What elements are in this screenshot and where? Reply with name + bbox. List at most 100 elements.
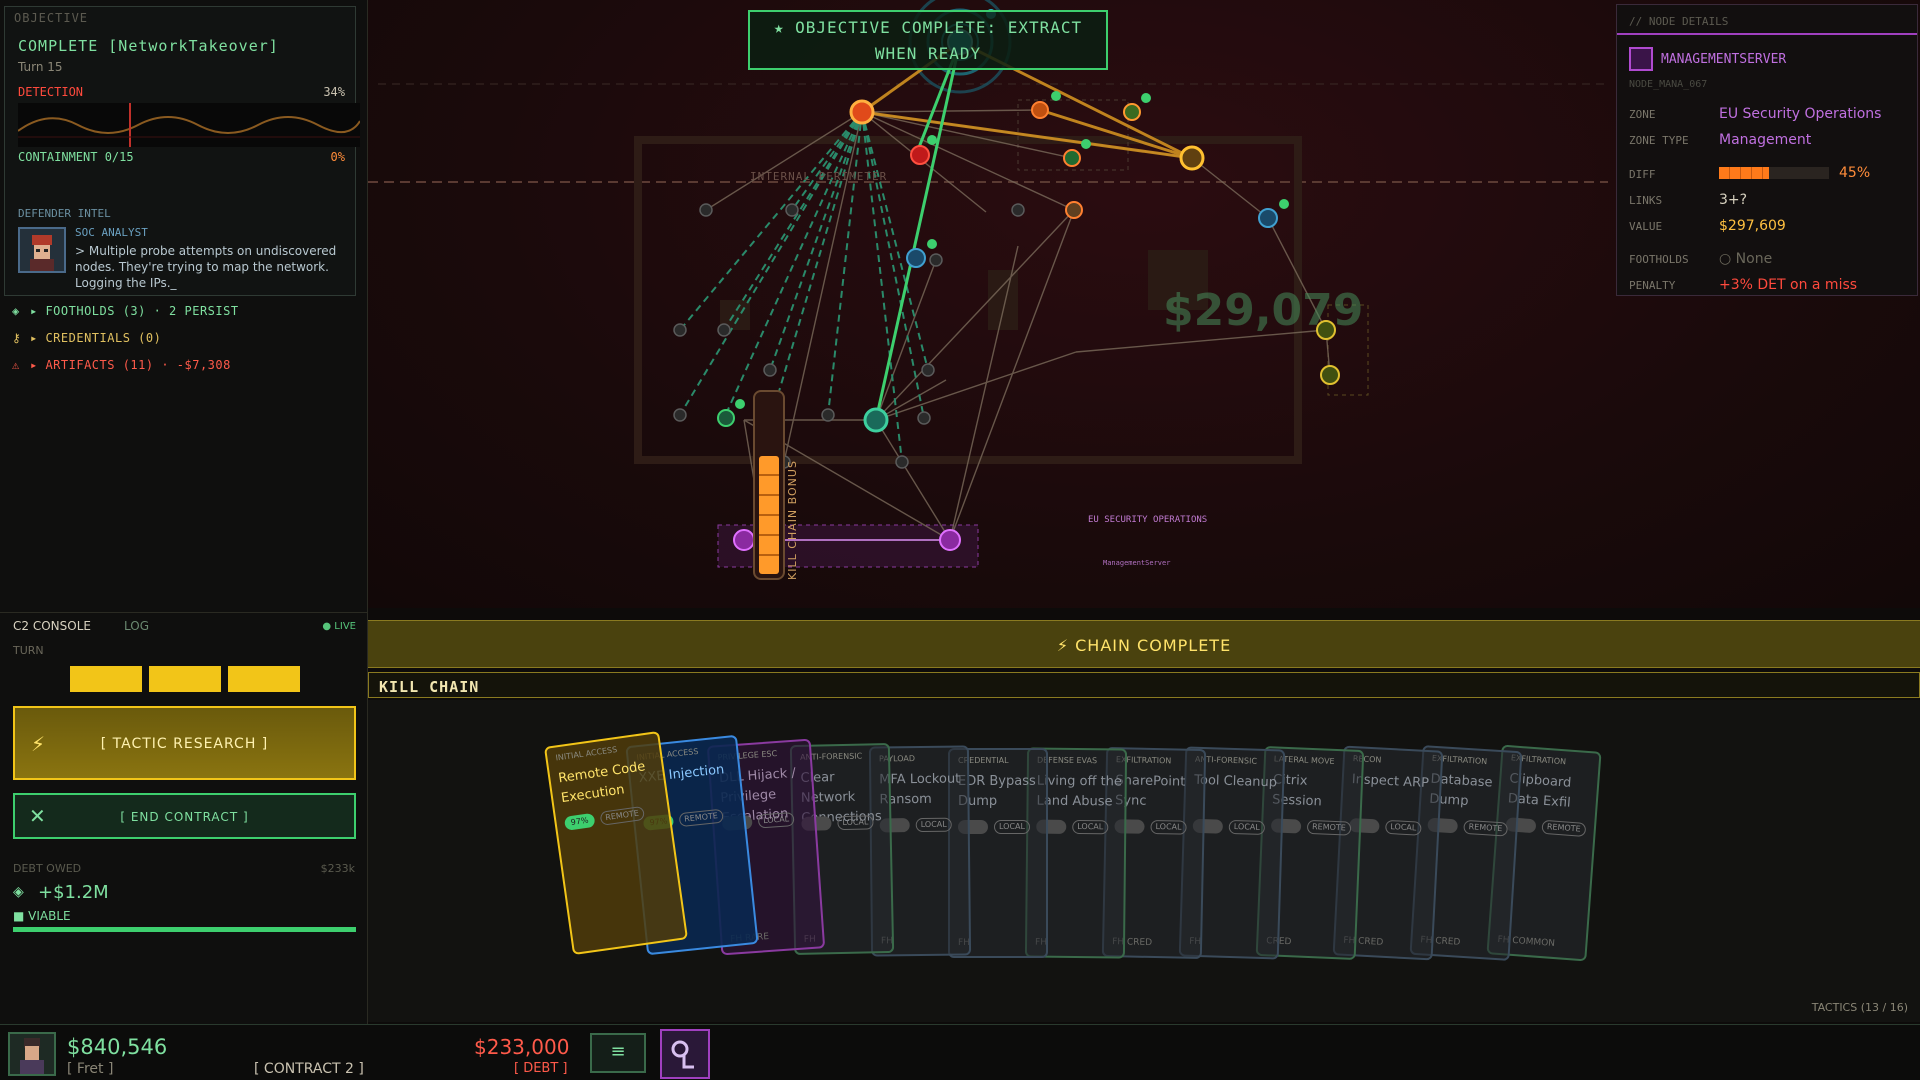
objective-label: OBJECTIVE [14, 11, 89, 25]
kill-chain-bonus-label: KILL CHAIN BONUS [786, 460, 799, 580]
tab-c2-console[interactable]: C2 CONSOLE [13, 619, 91, 633]
card-title: EDR Bypass Dump [958, 774, 1036, 809]
card-range-tag: LOCAL [994, 820, 1030, 834]
zone-label: EU SECURITY OPERATIONS [1088, 515, 1208, 525]
card-range-tag: REMOTE [1541, 819, 1587, 837]
tactic-hand: INITIAL ACCESS Remote Code Execution 97% RE… [368, 700, 1920, 1022]
footholds-key: FOOTHOLDS [1629, 253, 1689, 266]
tactic-research-label: [ TACTIC RESEARCH ] [100, 736, 269, 752]
live-indicator: ● LIVE [322, 621, 356, 632]
node-details-header: // NODE DETAILS [1629, 15, 1729, 28]
zone-type-key: ZONE TYPE [1629, 134, 1689, 147]
card-range-tag: REMOTE [599, 805, 645, 826]
containment-label: CONTAINMENT 0/15 [18, 150, 134, 164]
intel-message: > Multiple probe attempts on undiscovere… [75, 244, 337, 290]
avatar[interactable] [8, 1032, 56, 1076]
tactic-research-button[interactable]: ⚡ [ TACTIC RESEARCH ] [13, 706, 356, 780]
difficulty-fill [1719, 167, 1769, 179]
tactics-count: TACTICS (13 / 16) [1811, 1001, 1908, 1014]
value-key: VALUE [1629, 220, 1663, 233]
node-details-panel: // NODE DETAILS MANAGEMENTSERVER NODE_MA… [1616, 4, 1918, 296]
card-title: Database Dump [1428, 771, 1493, 810]
zone-value: EU Security Operations [1719, 106, 1882, 122]
turn-label: TURN [13, 644, 44, 657]
chain-complete-bar: ⚡ CHAIN COMPLETE [368, 620, 1920, 668]
end-contract-button[interactable]: ✕ [ END CONTRACT ] [13, 793, 356, 839]
diamond-icon: ◈ [13, 884, 24, 900]
artifacts-row[interactable]: ⚠ ▸ ARTIFACTS (11) · -$7,308 [12, 358, 231, 372]
kill-chain-title: KILL CHAIN [379, 678, 480, 696]
perimeter-label: INTERNAL PERIMETER [750, 170, 888, 183]
key-icon: ⚷ [12, 331, 22, 345]
player-name: [ Fret ] [67, 1061, 114, 1077]
foothold-icon: ◈ [12, 304, 20, 318]
card-title: Citrix Session [1271, 772, 1323, 810]
debt-owed-amount: $233k [320, 862, 355, 875]
debt-projection: +$1.2M [38, 882, 109, 903]
debt-amount: $233,000 [474, 1035, 570, 1059]
status-bar: $840,546 [ Fret ] [ CONTRACT 2 ] $233,00… [0, 1024, 1920, 1080]
card-range-tag: LOCAL [757, 811, 795, 829]
network-value: $29,079 [1163, 285, 1364, 336]
artifacts-label: ▸ ARTIFACTS (11) · -$7,308 [30, 358, 231, 372]
card-range-tag: LOCAL [1150, 819, 1187, 835]
card-range-tag: LOCAL [1384, 819, 1422, 836]
card-success-chance: 97% [563, 812, 596, 831]
console-tabs: C2 CONSOLE LOG ● LIVE [0, 612, 368, 634]
debt-label: [ DEBT ] [514, 1061, 568, 1076]
detection-percent: 34% [323, 85, 345, 99]
end-contract-label: [ END CONTRACT ] [120, 810, 249, 824]
card-title: Remote Code Execution [557, 759, 647, 807]
objective-complete-banner: ★ OBJECTIVE COMPLETE: EXTRACT WHEN READY [748, 10, 1108, 70]
links-value: 3+? [1719, 192, 1748, 208]
card-range-tag: LOCAL [1072, 819, 1109, 835]
objective-banner-line1: ★ OBJECTIVE COMPLETE: EXTRACT [773, 18, 1083, 37]
card-title: Inspect ARP [1351, 772, 1430, 792]
objective-status: COMPLETE [NetworkTakeover] [18, 37, 279, 55]
card-title: SharePoint Sync [1114, 773, 1186, 809]
kill-chain-header: KILL CHAIN [368, 672, 1920, 698]
card-title: Tool Cleanup [1194, 772, 1278, 791]
tool-button[interactable] [660, 1029, 710, 1079]
tab-log[interactable]: LOG [124, 619, 149, 633]
credentials-row[interactable]: ⚷ ▸ CREDENTIALS (0) [12, 331, 161, 345]
card-range-tag: REMOTE [678, 808, 724, 828]
turn-action-block [228, 666, 300, 692]
card-range-tag: REMOTE [1463, 819, 1508, 837]
kill-chain-bonus-meter [753, 390, 785, 580]
detection-graph [18, 103, 360, 147]
soc-analyst-avatar [18, 227, 66, 273]
penalty-key: PENALTY [1629, 279, 1676, 292]
turn-counter: Turn 15 [18, 60, 63, 74]
card-category: INITIAL ACCESS [554, 744, 618, 763]
objective-banner-line2: WHEN READY [874, 44, 982, 63]
turn-action-block [149, 666, 221, 692]
penalty-value: +3% DET on a miss [1719, 277, 1858, 293]
kill-chain-bonus-fill [759, 456, 779, 574]
node-details-accent [1617, 33, 1917, 35]
viable-status: ■ VIABLE [13, 909, 71, 923]
player-money: $840,546 [67, 1035, 168, 1059]
defender-intel-label: DEFENDER INTEL [18, 207, 111, 220]
node-id: NODE_MANA_067 [1629, 79, 1708, 90]
detection-label: DETECTION [18, 85, 84, 99]
card-range-tag: LOCAL [915, 817, 952, 833]
node-label: ManagementServer [1103, 559, 1171, 567]
debt-owed-label: DEBT OWED [13, 862, 82, 875]
footholds-label: ▸ FOOTHOLDS (3) · 2 PERSIST [30, 304, 239, 318]
left-panel: OBJECTIVE COMPLETE [NetworkTakeover] Tur… [0, 0, 368, 1024]
credentials-label: ▸ CREDENTIALS (0) [30, 331, 162, 345]
intel-role: SOC ANALYST [75, 226, 148, 239]
card-title: MFA Lockout Ransom [879, 771, 961, 808]
zone-key: ZONE [1629, 108, 1656, 121]
card-range-tag: REMOTE [1306, 819, 1352, 836]
card-range-tag: LOCAL [1228, 819, 1266, 836]
server-icon [1629, 47, 1653, 71]
containment-percent: 0% [330, 150, 345, 164]
menu-button[interactable]: ≡ [590, 1033, 646, 1073]
links-key: LINKS [1629, 194, 1663, 207]
zone-type-value: Management [1719, 132, 1812, 148]
turn-action-block [70, 666, 142, 692]
difficulty-bar [1719, 167, 1829, 179]
footholds-row[interactable]: ◈ ▸ FOOTHOLDS (3) · 2 PERSIST [12, 304, 239, 318]
